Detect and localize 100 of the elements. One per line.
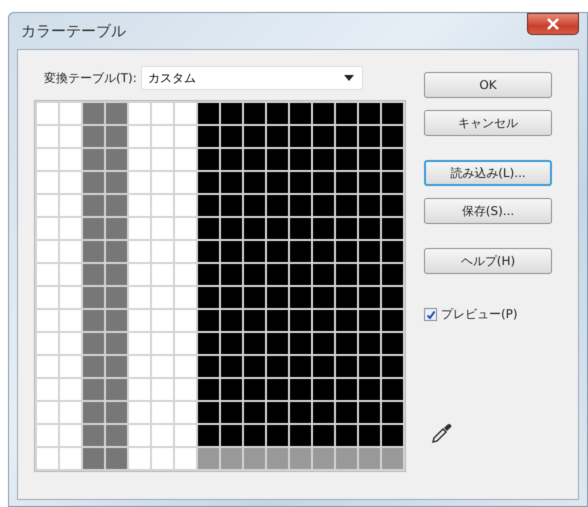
- color-swatch[interactable]: [129, 310, 150, 331]
- color-swatch[interactable]: [175, 103, 196, 124]
- color-swatch[interactable]: [359, 264, 380, 285]
- color-swatch[interactable]: [336, 356, 357, 377]
- color-swatch[interactable]: [198, 310, 219, 331]
- color-swatch[interactable]: [60, 126, 81, 147]
- color-swatch[interactable]: [336, 103, 357, 124]
- color-swatch[interactable]: [244, 241, 265, 262]
- color-swatch[interactable]: [198, 356, 219, 377]
- color-swatch[interactable]: [83, 218, 104, 239]
- color-swatch[interactable]: [37, 195, 58, 216]
- color-swatch[interactable]: [382, 218, 403, 239]
- color-swatch[interactable]: [152, 149, 173, 170]
- color-swatch[interactable]: [152, 241, 173, 262]
- color-swatch[interactable]: [382, 379, 403, 400]
- color-swatch[interactable]: [382, 333, 403, 354]
- color-swatch[interactable]: [359, 149, 380, 170]
- color-swatch[interactable]: [198, 379, 219, 400]
- color-swatch[interactable]: [175, 402, 196, 423]
- color-swatch[interactable]: [267, 103, 288, 124]
- color-swatch[interactable]: [129, 356, 150, 377]
- color-swatch[interactable]: [244, 425, 265, 446]
- color-swatch[interactable]: [290, 195, 311, 216]
- color-swatch[interactable]: [198, 425, 219, 446]
- color-swatch[interactable]: [382, 172, 403, 193]
- color-swatch[interactable]: [106, 425, 127, 446]
- color-swatch[interactable]: [382, 402, 403, 423]
- color-swatch[interactable]: [336, 195, 357, 216]
- color-swatch[interactable]: [198, 103, 219, 124]
- color-swatch[interactable]: [244, 103, 265, 124]
- color-swatch[interactable]: [60, 379, 81, 400]
- color-swatch[interactable]: [198, 287, 219, 308]
- color-swatch[interactable]: [244, 356, 265, 377]
- color-swatch[interactable]: [313, 333, 334, 354]
- color-swatch[interactable]: [244, 448, 265, 469]
- color-swatch[interactable]: [37, 172, 58, 193]
- color-swatch[interactable]: [359, 356, 380, 377]
- color-swatch[interactable]: [267, 425, 288, 446]
- color-swatch[interactable]: [290, 379, 311, 400]
- color-swatch[interactable]: [382, 287, 403, 308]
- color-swatch[interactable]: [129, 402, 150, 423]
- color-swatch[interactable]: [267, 264, 288, 285]
- color-swatch[interactable]: [198, 333, 219, 354]
- color-swatch[interactable]: [60, 195, 81, 216]
- color-swatch[interactable]: [152, 218, 173, 239]
- color-swatch[interactable]: [221, 103, 242, 124]
- table-dropdown[interactable]: カスタム: [140, 66, 363, 90]
- color-swatch[interactable]: [359, 126, 380, 147]
- color-swatch[interactable]: [313, 195, 334, 216]
- color-swatch[interactable]: [382, 103, 403, 124]
- color-swatch[interactable]: [106, 172, 127, 193]
- color-swatch[interactable]: [198, 149, 219, 170]
- color-swatch[interactable]: [290, 149, 311, 170]
- color-swatch[interactable]: [152, 448, 173, 469]
- color-swatch[interactable]: [244, 126, 265, 147]
- color-swatch[interactable]: [336, 218, 357, 239]
- color-swatch[interactable]: [83, 310, 104, 331]
- color-swatch[interactable]: [198, 264, 219, 285]
- color-swatch[interactable]: [83, 425, 104, 446]
- color-swatch[interactable]: [221, 333, 242, 354]
- dialog-button[interactable]: 読み込み(L)...: [424, 160, 552, 186]
- color-swatch[interactable]: [290, 241, 311, 262]
- color-swatch[interactable]: [83, 264, 104, 285]
- color-swatch[interactable]: [267, 218, 288, 239]
- color-swatch[interactable]: [37, 218, 58, 239]
- color-swatch[interactable]: [221, 356, 242, 377]
- color-swatch[interactable]: [129, 241, 150, 262]
- color-swatch[interactable]: [106, 149, 127, 170]
- color-swatch[interactable]: [83, 195, 104, 216]
- color-swatch[interactable]: [60, 264, 81, 285]
- color-swatch[interactable]: [382, 195, 403, 216]
- color-swatch[interactable]: [83, 103, 104, 124]
- color-swatch[interactable]: [198, 126, 219, 147]
- color-swatch[interactable]: [60, 287, 81, 308]
- color-swatch[interactable]: [336, 264, 357, 285]
- color-swatch[interactable]: [313, 287, 334, 308]
- color-swatch[interactable]: [37, 448, 58, 469]
- color-swatch[interactable]: [290, 310, 311, 331]
- color-swatch[interactable]: [198, 218, 219, 239]
- color-swatch[interactable]: [290, 218, 311, 239]
- color-swatch[interactable]: [221, 310, 242, 331]
- color-swatch[interactable]: [175, 264, 196, 285]
- color-swatch[interactable]: [221, 448, 242, 469]
- color-swatch[interactable]: [313, 402, 334, 423]
- color-swatch[interactable]: [83, 402, 104, 423]
- color-swatch[interactable]: [37, 402, 58, 423]
- dialog-button[interactable]: ヘルプ(H): [424, 248, 552, 274]
- color-swatch[interactable]: [37, 103, 58, 124]
- color-swatch[interactable]: [382, 356, 403, 377]
- color-swatch[interactable]: [106, 103, 127, 124]
- color-swatch[interactable]: [267, 241, 288, 262]
- color-swatch[interactable]: [382, 425, 403, 446]
- color-swatch[interactable]: [129, 218, 150, 239]
- color-swatch[interactable]: [152, 379, 173, 400]
- color-swatch[interactable]: [37, 310, 58, 331]
- color-swatch[interactable]: [221, 241, 242, 262]
- color-swatch[interactable]: [290, 126, 311, 147]
- color-swatch[interactable]: [336, 149, 357, 170]
- color-swatch[interactable]: [129, 333, 150, 354]
- color-swatch[interactable]: [359, 241, 380, 262]
